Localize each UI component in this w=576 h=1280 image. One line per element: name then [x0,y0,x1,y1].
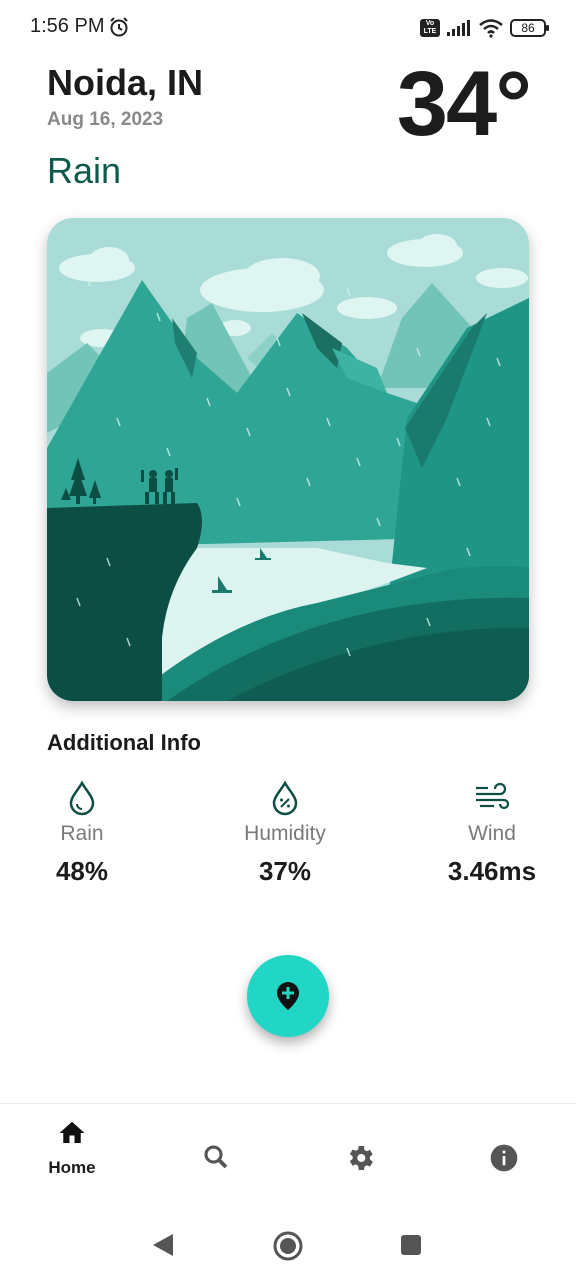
status-icons: Vo LTE 86 [420,16,549,40]
status-time: 1:56 PM [30,15,105,37]
search-icon [204,1145,228,1169]
humidity-icon [272,780,298,816]
add-location-button[interactable] [247,955,329,1037]
additional-info-title: Additional Info [47,730,201,755]
info-humidity: Humidity 37% [228,780,342,887]
wifi-icon [479,19,503,38]
info-icon [490,1144,518,1172]
signal-icon [447,20,470,36]
info-wind: Wind 3.46ms [442,780,542,887]
nav-search[interactable] [196,1142,236,1172]
info-wind-value: 3.46ms [447,856,537,886]
nav-settings[interactable] [340,1142,380,1174]
recents-icon[interactable] [400,1234,422,1256]
nav-home-label: Home [48,1158,96,1177]
raindrop-icon [69,780,95,816]
battery-icon: 86 [510,19,549,37]
settings-icon [349,1146,373,1170]
nav-info[interactable] [484,1142,524,1174]
status-bar: 1:56 PM Vo LTE 86 [0,0,576,56]
volte-icon: Vo LTE [420,19,440,37]
nav-home[interactable]: Home [40,1118,104,1178]
home-icon [59,1121,85,1143]
bottom-navigation: Home [0,1103,576,1213]
system-navigation-bar [0,1215,576,1280]
current-date: Aug 16, 2023 [47,109,164,130]
add-location-icon [277,982,299,1010]
weather-illustration [47,218,529,701]
weather-condition: Rain [47,150,122,191]
info-rain-label: Rain [60,822,104,845]
back-icon[interactable] [151,1232,175,1258]
info-wind-label: Wind [468,822,516,845]
city-name: Noida, IN [47,62,204,103]
info-rain: Rain 48% [47,780,117,887]
alarm-icon [110,17,128,37]
info-humidity-label: Humidity [244,822,326,845]
wind-icon [476,782,510,810]
info-humidity-value: 37% [258,856,312,886]
temperature: 34° [396,53,532,155]
home-circle-icon[interactable] [272,1230,304,1262]
info-rain-value: 48% [55,856,109,886]
